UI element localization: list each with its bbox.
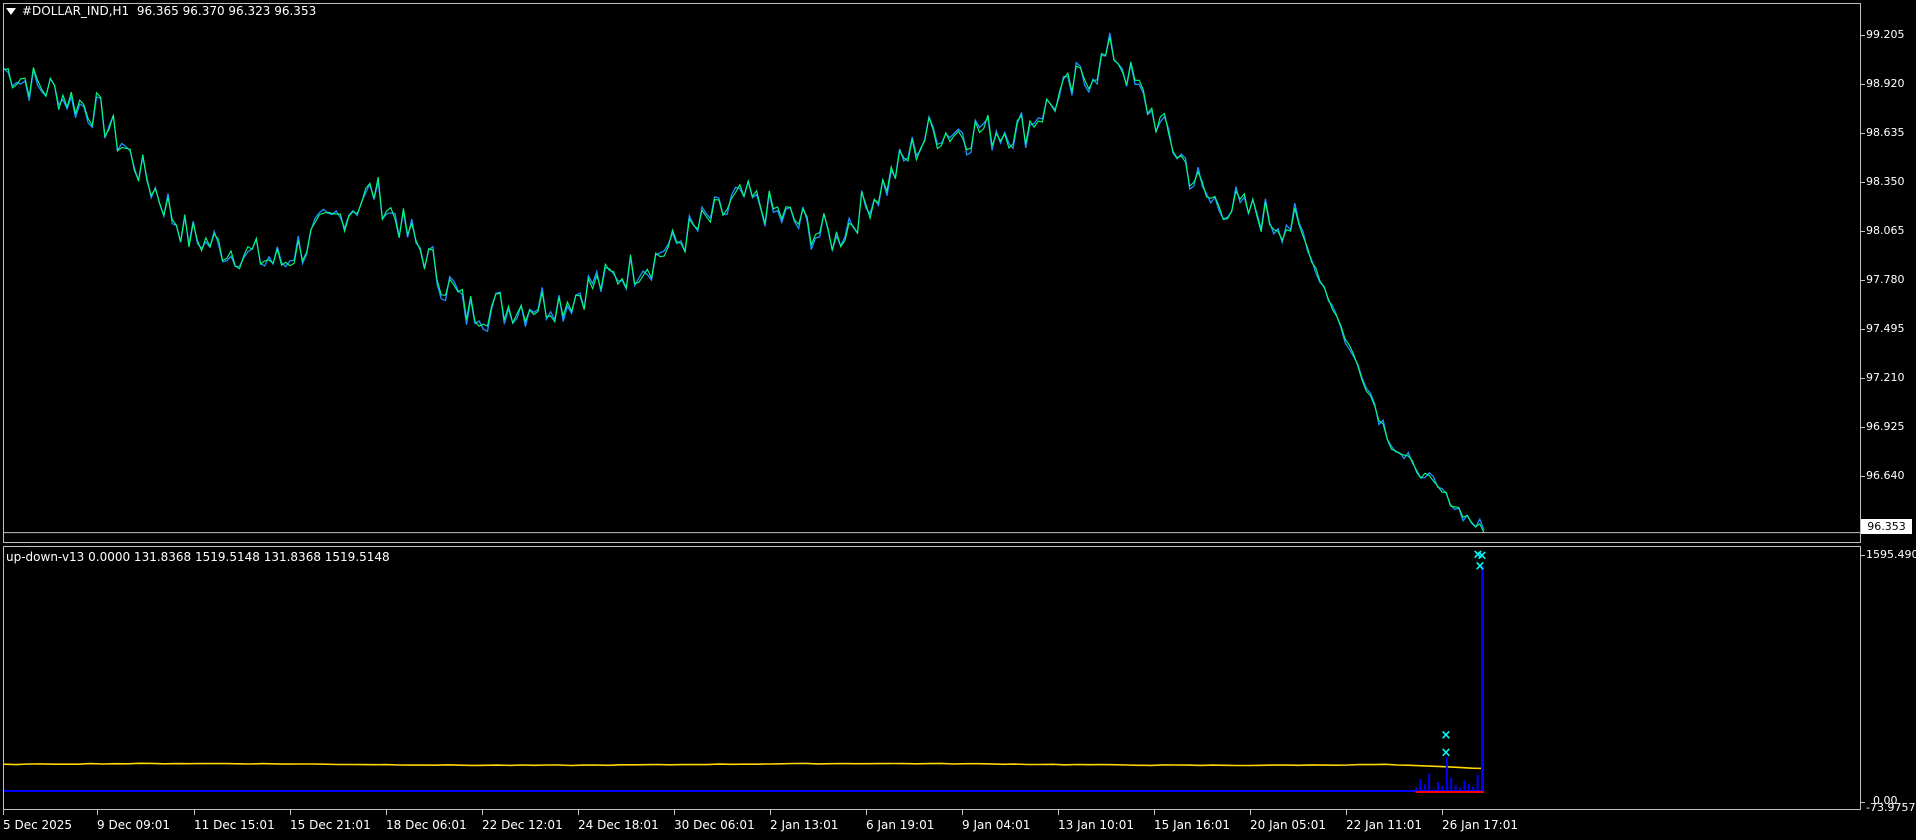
- indicator-bar: [1476, 774, 1479, 792]
- time-label: 2 Jan 13:01: [770, 818, 839, 832]
- time-tick: [578, 810, 579, 815]
- time-tick: [482, 810, 483, 815]
- time-label: 5 Dec 2025: [3, 818, 73, 832]
- scale-tick: [1861, 182, 1865, 183]
- scale-label: 96.925: [1866, 420, 1905, 433]
- scale-tick: [1861, 555, 1865, 556]
- indicator-bar: [1437, 782, 1439, 792]
- scale-label: 98.635: [1866, 126, 1905, 139]
- time-axis[interactable]: 5 Dec 2025 9 Dec 09:01 11 Dec 15:01 15 D…: [0, 810, 1861, 840]
- indicator-bar: [1419, 779, 1422, 792]
- scale-tick: [1861, 35, 1865, 36]
- time-tick: [962, 810, 963, 815]
- price-green-line: [3, 36, 1485, 533]
- time-label: 15 Jan 16:01: [1154, 818, 1230, 832]
- indicator-bar: [1472, 786, 1475, 792]
- indicator-bar: [1459, 788, 1461, 792]
- time-tick: [1442, 810, 1443, 815]
- time-label: 11 Dec 15:01: [194, 818, 275, 832]
- time-label: 6 Jan 19:01: [866, 818, 935, 832]
- scale-label: 97.495: [1866, 322, 1905, 335]
- time-tick: [1346, 810, 1347, 815]
- current-price-label: 96.353: [1861, 519, 1912, 534]
- time-tick: [194, 810, 195, 815]
- sub-scale-bottom: -73.9757: [1866, 801, 1916, 814]
- indicator-bar: [1432, 788, 1435, 792]
- indicator-bar: [1481, 566, 1484, 792]
- time-label: 26 Jan 17:01: [1442, 818, 1518, 832]
- signal-marker-icon: ×: [1441, 746, 1452, 761]
- scale-label: 97.780: [1866, 273, 1905, 286]
- time-tick: [1058, 810, 1059, 815]
- indicator-series-group: ×××××: [3, 547, 1488, 794]
- scale-tick: [1861, 280, 1865, 281]
- scale-tick: [1861, 802, 1865, 803]
- scale-label: 98.350: [1866, 175, 1905, 188]
- scale-tick: [1861, 427, 1865, 428]
- scale-tick: [1861, 231, 1865, 232]
- signal-marker-icon: ×: [1477, 548, 1488, 563]
- scale-label: 98.920: [1866, 77, 1905, 90]
- time-label: 9 Dec 09:01: [97, 818, 171, 832]
- indicator-bar: [1454, 785, 1457, 792]
- scale-tick: [1861, 329, 1865, 330]
- time-label: 20 Jan 05:01: [1250, 818, 1326, 832]
- indicator-signal-line: [3, 762, 1485, 770]
- indicator-bar: [1423, 784, 1426, 792]
- price-blue-line: [3, 32, 1485, 531]
- time-tick: [1154, 810, 1155, 815]
- signal-marker-icon: ×: [1441, 728, 1452, 743]
- time-label: 15 Dec 21:01: [290, 818, 371, 832]
- price-series-group: [3, 32, 1860, 534]
- scale-label: 99.205: [1866, 28, 1905, 41]
- scale-label: 96.640: [1866, 469, 1905, 482]
- indicator-bar: [1445, 757, 1448, 792]
- time-label: 30 Dec 06:01: [674, 818, 755, 832]
- price-scale[interactable]: 99.205 98.920 98.635 98.350 98.065 97.78…: [1861, 0, 1916, 840]
- chart-canvas: ×××××: [3, 32, 1860, 794]
- time-tick: [866, 810, 867, 815]
- scale-tick: [1861, 84, 1865, 85]
- time-tick: [770, 810, 771, 815]
- sub-scale-top: 1595.490: [1866, 548, 1916, 561]
- indicator-bar: [1467, 783, 1470, 792]
- indicator-bar: [1415, 787, 1417, 792]
- time-label: 18 Dec 06:01: [386, 818, 467, 832]
- scale-tick: [1861, 378, 1865, 379]
- time-label: 22 Dec 12:01: [482, 818, 563, 832]
- indicator-bar: [1463, 780, 1466, 792]
- time-tick: [674, 810, 675, 815]
- scale-label: 97.210: [1866, 371, 1905, 384]
- time-label: 13 Jan 10:01: [1058, 818, 1134, 832]
- time-label: 22 Jan 11:01: [1346, 818, 1422, 832]
- time-tick: [1250, 810, 1251, 815]
- indicator-bar: [1428, 773, 1431, 792]
- scale-tick: [1861, 133, 1865, 134]
- time-tick: [97, 810, 98, 815]
- time-label: 9 Jan 04:01: [962, 818, 1031, 832]
- indicator-bar: [1441, 785, 1444, 792]
- time-label: 24 Dec 18:01: [578, 818, 659, 832]
- time-tick: [3, 810, 4, 815]
- scale-tick: [1861, 476, 1865, 477]
- scale-label: 98.065: [1866, 224, 1905, 237]
- time-tick: [386, 810, 387, 815]
- indicator-bar: [1450, 777, 1453, 792]
- time-tick: [290, 810, 291, 815]
